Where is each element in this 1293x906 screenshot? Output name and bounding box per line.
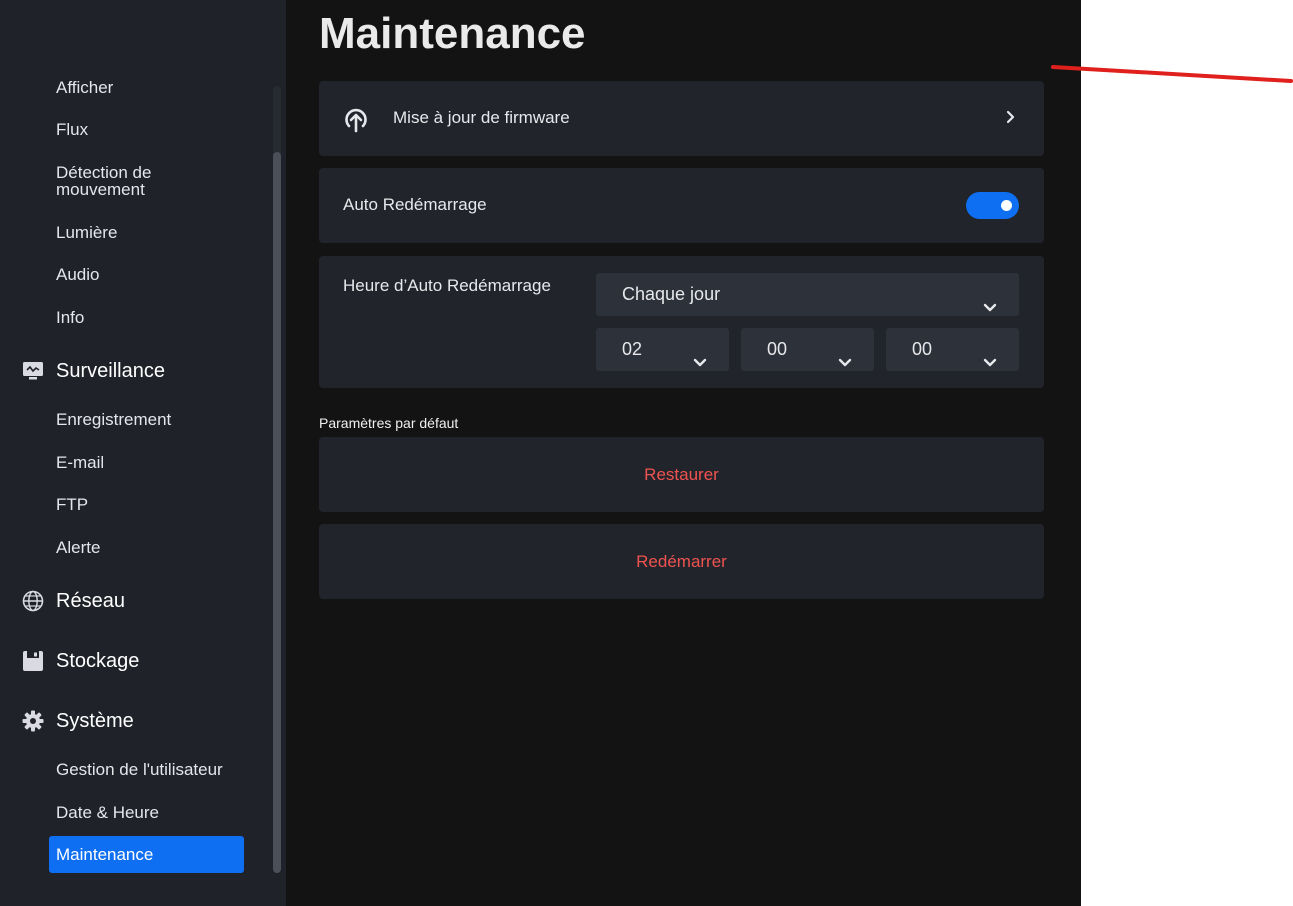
sidebar-section-label: Surveillance xyxy=(56,359,165,382)
sidebar-scrollbar[interactable] xyxy=(273,152,281,873)
sidebar-item-info[interactable]: Info xyxy=(56,309,84,326)
auto-reboot-toggle[interactable] xyxy=(966,192,1019,219)
chevron-down-icon xyxy=(838,343,852,367)
sidebar: Afficher Flux Détection de mouvement Lum… xyxy=(0,0,286,906)
monitor-icon xyxy=(20,358,46,384)
restore-button[interactable]: Restaurer xyxy=(319,437,1044,512)
firmware-update-row[interactable]: Mise à jour de firmware xyxy=(319,81,1044,156)
sidebar-item-ftp[interactable]: FTP xyxy=(56,496,88,513)
sidebar-item-flux[interactable]: Flux xyxy=(56,121,88,138)
frequency-value: Chaque jour xyxy=(622,284,721,304)
hour-select[interactable]: 02 xyxy=(596,328,729,371)
floppy-disk-icon xyxy=(20,648,46,674)
sidebar-section-label: Réseau xyxy=(56,589,125,612)
upload-cloud-icon xyxy=(342,105,370,138)
auto-reboot-time-label: Heure d’Auto Redémarrage xyxy=(343,276,551,295)
defaults-caption: Paramètres par défaut xyxy=(319,415,459,431)
sidebar-item-alerte[interactable]: Alerte xyxy=(56,539,100,556)
sidebar-section-surveillance[interactable]: Surveillance xyxy=(20,358,165,384)
chevron-down-icon xyxy=(983,343,997,367)
sidebar-item-afficher[interactable]: Afficher xyxy=(56,77,113,94)
globe-icon xyxy=(20,588,46,614)
app-window: Afficher Flux Détection de mouvement Lum… xyxy=(0,0,1081,906)
minute-value: 00 xyxy=(767,339,788,359)
sidebar-section-stockage[interactable]: Stockage xyxy=(20,648,139,674)
sidebar-item-detection[interactable]: Détection de mouvement xyxy=(56,164,196,198)
sidebar-item-date-heure[interactable]: Date & Heure xyxy=(56,804,159,821)
chevron-down-icon xyxy=(693,343,707,367)
auto-reboot-label: Auto Redémarrage xyxy=(343,195,487,214)
reboot-button[interactable]: Redémarrer xyxy=(319,524,1044,599)
auto-reboot-row: Auto Redémarrage xyxy=(319,168,1044,243)
frequency-select[interactable]: Chaque jour xyxy=(596,273,1019,316)
sidebar-item-label: Afficher xyxy=(56,78,114,94)
sidebar-item-gestion-utilisateur[interactable]: Gestion de l'utilisateur xyxy=(56,761,223,778)
hour-value: 02 xyxy=(622,339,643,359)
sidebar-item-maintenance[interactable]: Maintenance xyxy=(49,836,244,873)
sidebar-item-lumiere[interactable]: Lumière xyxy=(56,224,117,241)
chevron-right-icon xyxy=(1005,110,1017,129)
annotation-line xyxy=(1051,65,1293,83)
sidebar-section-reseau[interactable]: Réseau xyxy=(20,588,125,614)
sidebar-section-label: Stockage xyxy=(56,649,140,672)
firmware-update-label: Mise à jour de firmware xyxy=(393,108,570,127)
gear-icon xyxy=(20,708,46,734)
chevron-down-icon xyxy=(983,288,997,312)
sidebar-item-enregistrement[interactable]: Enregistrement xyxy=(56,411,171,428)
sidebar-item-audio[interactable]: Audio xyxy=(56,266,99,283)
second-select[interactable]: 00 xyxy=(886,328,1019,371)
second-value: 00 xyxy=(912,339,933,359)
sidebar-section-systeme[interactable]: Système xyxy=(20,708,134,734)
sidebar-section-label: Système xyxy=(56,709,134,732)
minute-select[interactable]: 00 xyxy=(741,328,874,371)
auto-reboot-time-row: Heure d’Auto Redémarrage Chaque jour 02 … xyxy=(319,256,1044,388)
toggle-knob xyxy=(1001,200,1012,211)
page-title: Maintenance xyxy=(319,9,586,58)
sidebar-item-email[interactable]: E-mail xyxy=(56,454,104,471)
